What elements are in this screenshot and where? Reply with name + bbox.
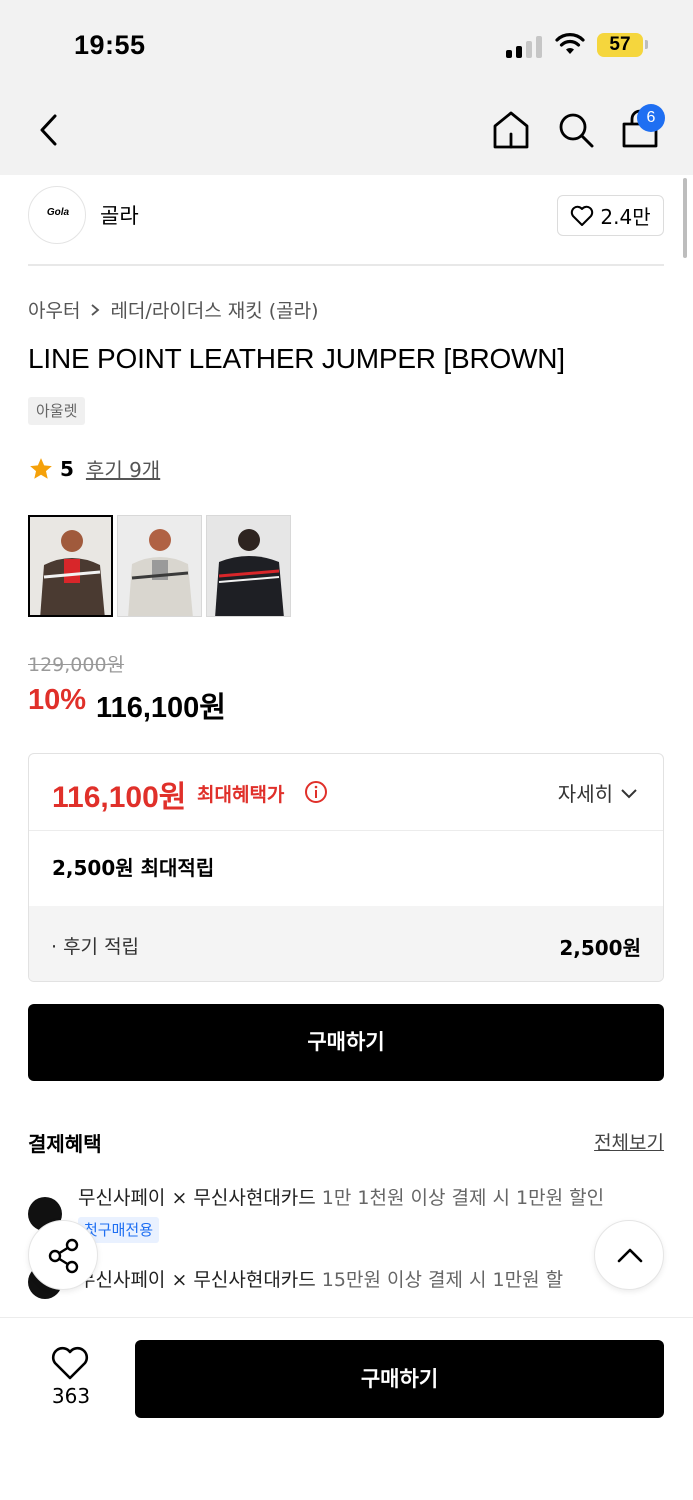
brand-like-count: 2.4만 — [600, 205, 651, 229]
scroll-to-top-button[interactable] — [594, 1220, 664, 1290]
status-time: 19:55 — [74, 30, 146, 60]
sale-price-row: 10% 116,100원 — [28, 684, 226, 726]
max-benefit-label: 최대혜택가 — [197, 784, 285, 806]
payment-benefit-desc: 15만원 이상 결제 시 1만원 할 — [315, 1269, 564, 1291]
sale-price: 116,100원 — [96, 692, 226, 724]
brand-name[interactable]: 골라 — [100, 200, 139, 230]
scrollbar-thumb[interactable] — [683, 178, 687, 258]
breadcrumb: 아우터 레더/라이더스 재킷 (골라) — [28, 296, 319, 323]
review-points-label: · 후기 적립 — [51, 936, 140, 958]
cellular-signal-icon — [506, 34, 542, 58]
original-price: 129,000원 — [28, 654, 125, 676]
product-thumbnail[interactable] — [117, 515, 202, 617]
product-title: LINE POINT LEATHER JUMPER [BROWN] — [28, 343, 565, 374]
review-points-value: 2,500원 — [559, 936, 641, 960]
share-button[interactable] — [28, 1220, 98, 1290]
chevron-right-icon — [91, 303, 100, 316]
review-points-row: · 후기 적립 2,500원 — [29, 906, 663, 981]
share-icon — [48, 1238, 79, 1274]
search-icon[interactable] — [555, 108, 597, 152]
product-thumbnail[interactable] — [206, 515, 291, 617]
max-benefit-box: 116,100원 최대혜택가 자세히 2,500원 최대적립 · 후기 적립 2… — [28, 753, 664, 982]
info-icon[interactable] — [304, 780, 328, 804]
max-benefit-header[interactable]: 116,100원 최대혜택가 자세히 — [29, 754, 663, 831]
rating-row: 5 후기 9개 — [28, 454, 160, 483]
details-toggle[interactable]: 자세히 — [558, 778, 639, 807]
heart-icon[interactable] — [50, 1346, 90, 1382]
heart-icon — [571, 205, 594, 226]
brand-logo-text: Gola — [46, 207, 70, 218]
discount-rate: 10% — [28, 684, 87, 716]
payment-benefit-desc: 1만 1천원 이상 결제 시 1만원 할인 — [315, 1187, 605, 1209]
payment-benefit-title: 무신사페이 × 무신사현대카드 — [78, 1269, 316, 1291]
home-icon[interactable] — [490, 108, 532, 152]
image-thumbnails — [28, 515, 291, 617]
view-all-link[interactable]: 전체보기 — [594, 1128, 664, 1155]
chevron-up-icon — [617, 1248, 643, 1263]
wifi-icon — [555, 33, 585, 54]
divider — [28, 264, 664, 266]
product-thumbnail[interactable] — [28, 515, 113, 617]
breadcrumb-category[interactable]: 아우터 — [28, 296, 80, 323]
rating-score: 5 — [60, 456, 74, 481]
cart-count-badge: 6 — [637, 104, 665, 132]
chevron-down-icon — [621, 788, 637, 798]
payment-benefit-title: 무신사페이 × 무신사현대카드 — [78, 1187, 316, 1209]
outlet-tag: 아울렛 — [28, 397, 86, 425]
review-count-link[interactable]: 후기 9개 — [86, 454, 160, 483]
top-bar: 19:55 57 6 — [0, 0, 693, 175]
buy-button[interactable]: 구매하기 — [28, 1004, 664, 1081]
brand-like-button[interactable]: 2.4만 — [557, 195, 664, 236]
star-icon — [30, 457, 52, 479]
payment-benefit-text: 무신사페이 × 무신사현대카드 15만원 이상 결제 시 1만원 할 — [78, 1265, 638, 1292]
bottom-buy-button[interactable]: 구매하기 — [135, 1340, 664, 1418]
battery-nub — [645, 40, 648, 49]
details-label: 자세히 — [557, 782, 613, 806]
payment-benefit-text: 무신사페이 × 무신사현대카드 1만 1천원 이상 결제 시 1만원 할인 — [78, 1183, 604, 1210]
like-count: 363 — [51, 1384, 91, 1408]
breadcrumb-subcategory[interactable]: 레더/라이더스 재킷 (골라) — [110, 296, 318, 323]
brand-logo[interactable]: Gola — [28, 186, 86, 244]
battery-indicator: 57 — [597, 33, 643, 57]
payment-benefits-heading: 결제혜택 — [28, 1132, 102, 1156]
back-arrow-icon[interactable] — [30, 108, 70, 152]
max-benefit-price: 116,100원 — [52, 781, 187, 814]
max-points: 2,500원 최대적립 — [52, 856, 215, 880]
